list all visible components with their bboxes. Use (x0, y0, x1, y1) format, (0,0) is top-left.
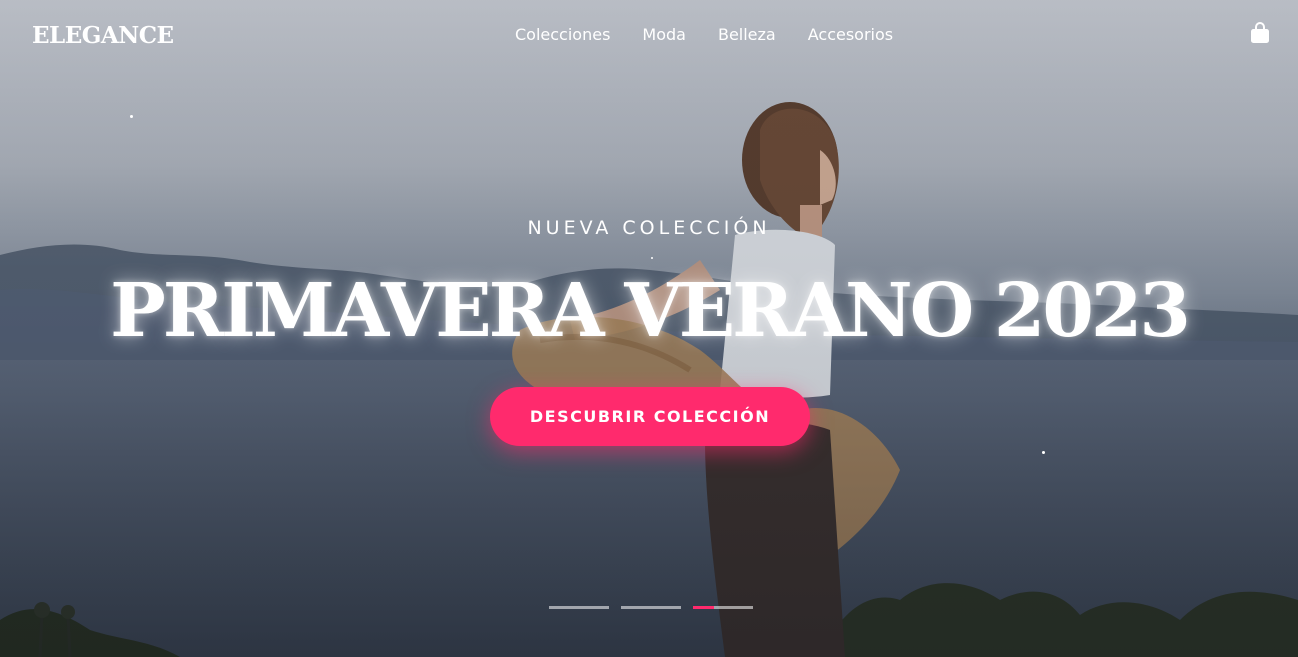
hero-content: NUEVA COLECCIÓN PRIMAVERA VERANO 2023 DE… (0, 0, 1298, 657)
discover-collection-button[interactable]: DESCUBRIR COLECCIÓN (490, 387, 810, 446)
hero-title: PRIMAVERA VERANO 2023 (110, 268, 1191, 354)
slide-indicator-1[interactable] (549, 606, 609, 609)
hero-eyebrow: NUEVA COLECCIÓN (527, 217, 771, 239)
hero-section: ELEGANCE Colecciones Moda Belleza Acceso… (0, 0, 1298, 657)
slide-indicator-2[interactable] (621, 606, 681, 609)
slide-indicator-3[interactable] (693, 606, 753, 609)
slider-indicators (549, 606, 753, 609)
